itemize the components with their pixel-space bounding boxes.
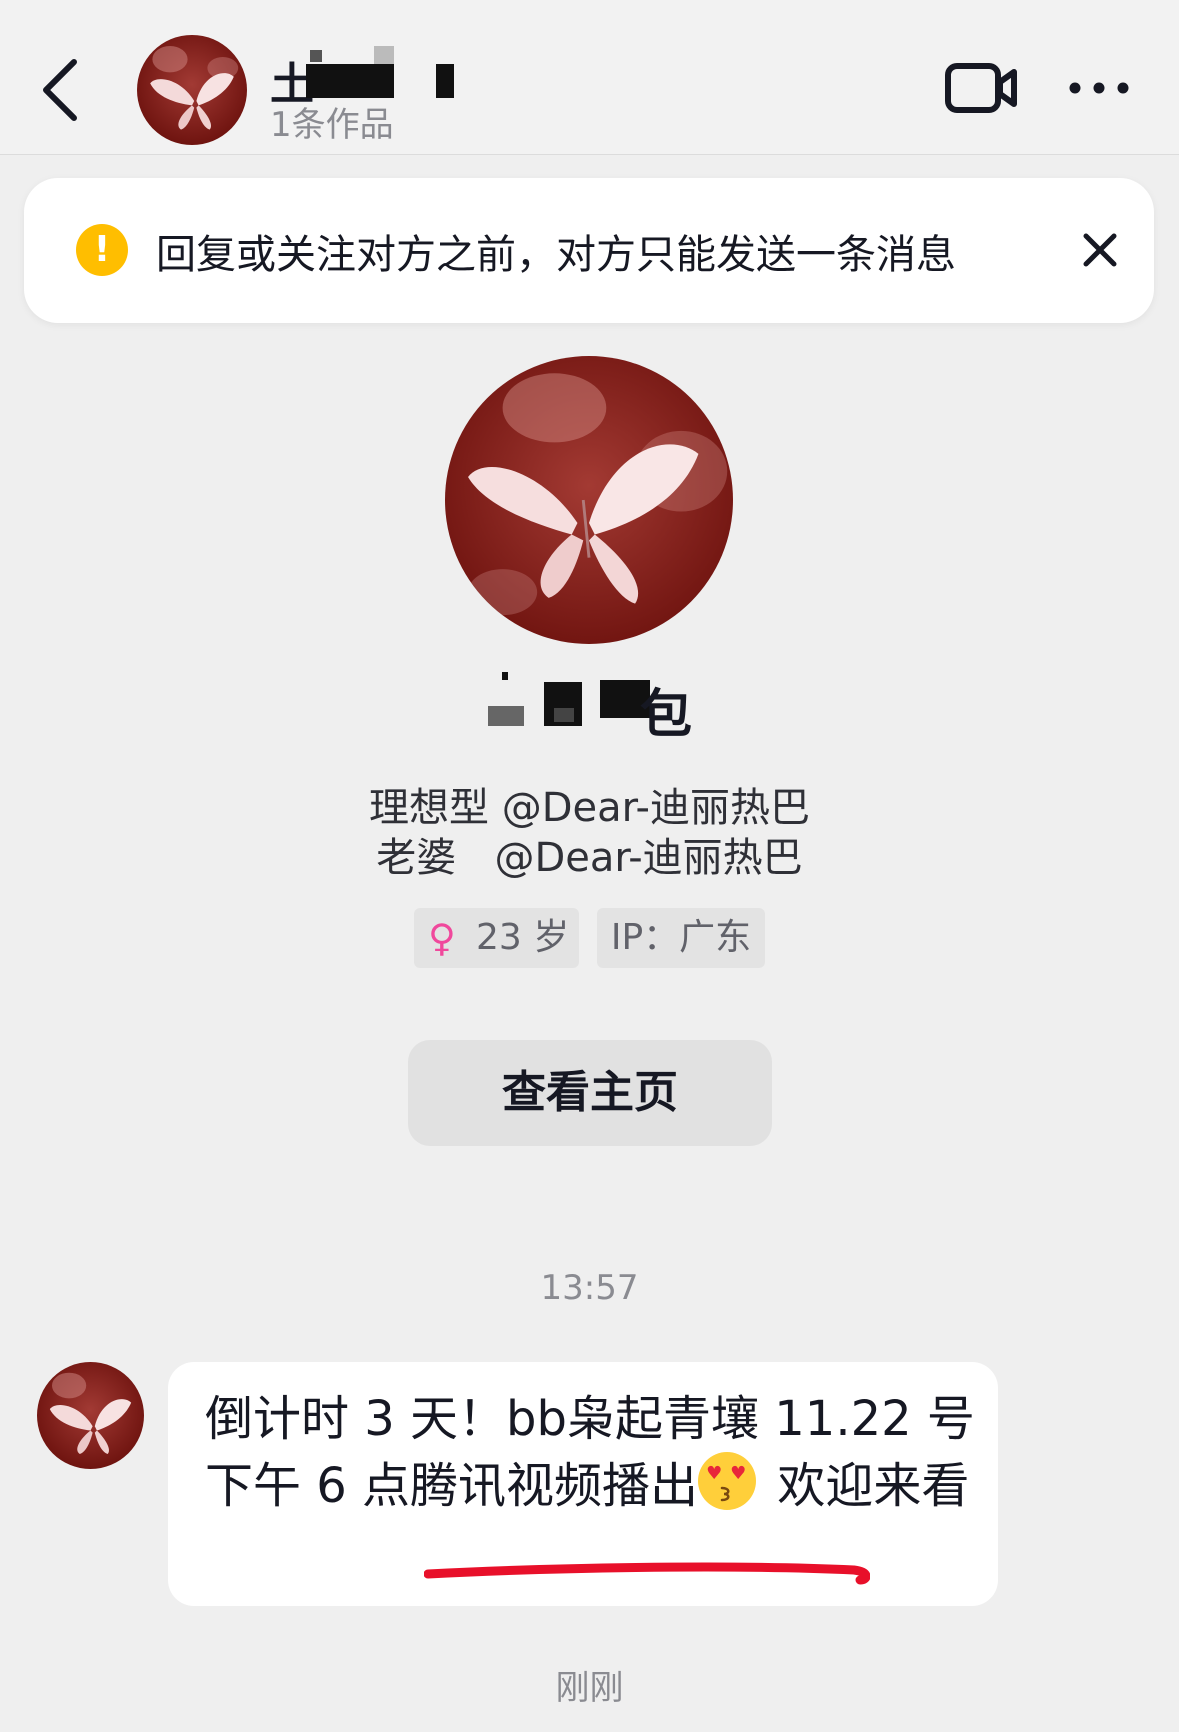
redaction-mosaic [374,46,394,64]
profile-avatar[interactable] [445,356,733,644]
header-avatar[interactable] [137,35,247,145]
message-text: 倒计时 3 天！bb枭起青壤 11.22 号下午 6 点腾讯视频播出 ♥ ♥ 欢迎来… [205,1391,975,1514]
age-label: 23 岁 [476,917,570,958]
redaction-mosaic [310,50,322,62]
redaction-mosaic [436,64,454,98]
chat-header: 土 1条作品 [0,0,1179,155]
view-homepage-button[interactable]: 查看主页 [408,1040,772,1146]
more-icon[interactable] [1068,76,1130,100]
reply-limit-notice: ! 回复或关注对方之前，对方只能发送一条消息 [24,178,1154,323]
notice-text: 回复或关注对方之前，对方只能发送一条消息 [156,232,956,278]
redaction-mosaic [554,708,574,722]
sender-avatar[interactable] [37,1362,144,1469]
age-tag: ♀ 23 岁 [414,908,579,968]
works-count: 1条作品 [270,105,394,145]
message-timestamp: 13:57 [540,1268,639,1308]
red-underline-annotation [424,1562,870,1585]
message-status: 刚刚 [555,1668,624,1708]
bio-line: 老婆 @Dear-迪丽热巴 [376,835,803,881]
chevron-left-icon[interactable] [38,50,88,130]
redaction-mosaic [502,672,508,680]
close-icon[interactable] [1076,226,1124,274]
warning-icon: ! [76,224,128,276]
video-call-icon[interactable] [944,60,1020,116]
redaction-mosaic [488,706,524,726]
redaction-mosaic [306,64,394,98]
female-icon: ♀ [428,916,456,960]
profile-name: 包 [488,672,698,745]
ip-tag: IP：广东 [597,908,765,968]
heart-eyes-kiss-emoji: ♥ ♥ [698,1452,757,1510]
